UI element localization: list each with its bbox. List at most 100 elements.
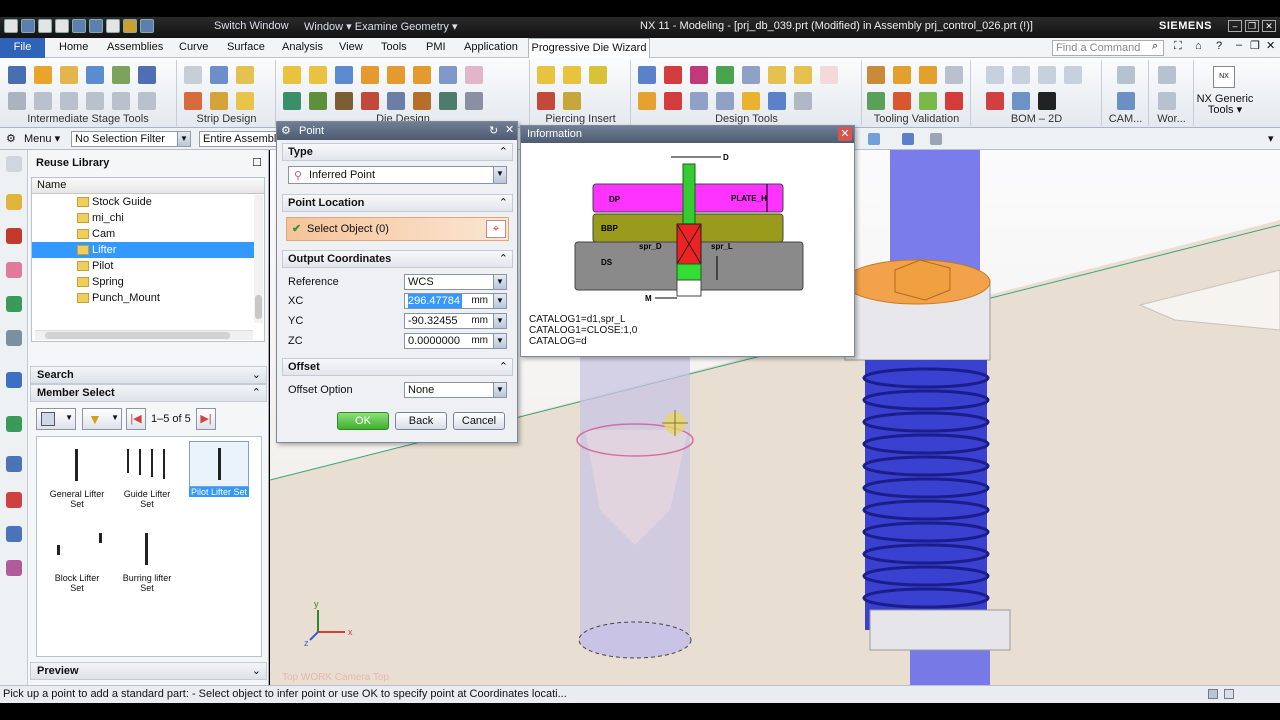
offset-option-dropdown[interactable]: None ▼: [404, 382, 507, 398]
minimize-icon[interactable]: –: [1228, 20, 1242, 32]
bom-icon[interactable]: [986, 66, 1004, 84]
tool-e-icon[interactable]: [112, 92, 130, 110]
design-b-icon[interactable]: [664, 66, 682, 84]
scroll-thumb[interactable]: [45, 332, 230, 339]
tab-progressive-die-wizard[interactable]: Progressive Die Wizard: [528, 38, 650, 58]
tool-d-icon[interactable]: [86, 92, 104, 110]
part-general-lifter-set[interactable]: General Lifter Set: [47, 443, 107, 521]
filter-button[interactable]: ▼ ▼: [82, 408, 122, 430]
validation-d-icon[interactable]: [945, 66, 963, 84]
part-guide-lifter-set[interactable]: Guide Lifter Set: [117, 443, 177, 521]
pocket-icon[interactable]: [309, 92, 327, 110]
status-view-icon[interactable]: [1208, 689, 1218, 699]
paste-icon[interactable]: [106, 19, 120, 33]
cam-b-icon[interactable]: [1117, 92, 1135, 110]
die-base-icon[interactable]: [283, 66, 301, 84]
tree-item-lifter[interactable]: Lifter: [32, 242, 254, 258]
strip-layout-icon[interactable]: [184, 66, 202, 84]
preview-section-header[interactable]: Preview ⌄: [30, 662, 267, 680]
part-pilot-lifter-set[interactable]: Pilot Lifter Set: [189, 441, 249, 519]
punch-icon[interactable]: [335, 66, 353, 84]
design-h-icon[interactable]: [820, 66, 838, 84]
design-c-icon[interactable]: [690, 66, 708, 84]
tool-a-icon[interactable]: [8, 92, 26, 110]
punch-insert-icon[interactable]: [537, 92, 555, 110]
ribbon-close-icon[interactable]: ✕: [1266, 39, 1275, 52]
point-dialog-crosshair-icon[interactable]: ⌖: [486, 220, 506, 238]
hole-table-icon[interactable]: [1064, 66, 1082, 84]
point-dialog-title-bar[interactable]: Point: [277, 122, 517, 140]
view-icon[interactable]: [1012, 92, 1030, 110]
hd3d-icon[interactable]: [6, 330, 22, 346]
chevron-down-icon[interactable]: ▼: [177, 132, 190, 146]
standard-part-icon[interactable]: [439, 66, 457, 84]
point-type-dropdown[interactable]: ⚲ Inferred Point ▼: [288, 166, 507, 184]
chevron-down-icon[interactable]: ▼: [493, 314, 506, 328]
ok-button[interactable]: OK: [337, 412, 389, 430]
roles-icon[interactable]: [6, 560, 22, 576]
menu-search-icon[interactable]: ⚙: [6, 132, 16, 145]
settings-icon[interactable]: [6, 156, 22, 172]
design-l-icon[interactable]: [716, 92, 734, 110]
design-m-icon[interactable]: [742, 92, 760, 110]
menu-button[interactable]: Menu ▾: [24, 132, 60, 145]
home-icon[interactable]: ⌂: [1195, 40, 1202, 52]
part-block-lifter-set[interactable]: Block Lifter Set: [47, 527, 107, 605]
dialog-gear-icon[interactable]: ⚙: [281, 124, 291, 137]
work-a-icon[interactable]: [1158, 66, 1176, 84]
part-burring-lifter-set[interactable]: Burring lifter Set: [117, 527, 177, 605]
nx-generic-tools-button[interactable]: NX Generic Tools ▾: [1196, 94, 1254, 116]
interference-icon[interactable]: [893, 92, 911, 110]
tree-horizontal-scrollbar[interactable]: [35, 330, 253, 340]
design-a-icon[interactable]: [638, 66, 656, 84]
scrap-icon[interactable]: [184, 92, 202, 110]
tree-item-mi-chi[interactable]: mi_chi: [32, 210, 254, 226]
render-style-icon[interactable]: [902, 133, 914, 145]
chevron-down-icon[interactable]: ▼: [493, 167, 506, 183]
component-icon[interactable]: [413, 66, 431, 84]
chevron-down-icon[interactable]: ▼: [493, 334, 506, 348]
reset-icon[interactable]: ↻: [489, 124, 498, 137]
nx-generic-tools-icon[interactable]: NX: [1213, 66, 1235, 88]
work-b-icon[interactable]: [1158, 92, 1176, 110]
piercing-icon[interactable]: [537, 66, 555, 84]
cross-section-icon[interactable]: [986, 92, 1004, 110]
design-n-icon[interactable]: [768, 92, 786, 110]
tab-analysis[interactable]: Analysis: [282, 41, 323, 53]
maximize-panel-icon[interactable]: ☐: [252, 155, 262, 172]
information-close-icon[interactable]: ✕: [838, 127, 852, 141]
strip-edit-icon[interactable]: [236, 92, 254, 110]
select-object-row[interactable]: ✔ Select Object (0) ⌖: [286, 217, 509, 241]
validation-a-icon[interactable]: [867, 66, 885, 84]
nesting-icon[interactable]: [210, 66, 228, 84]
unform-icon[interactable]: [34, 66, 52, 84]
restore-icon[interactable]: ❐: [1245, 20, 1259, 32]
tab-pmi[interactable]: PMI: [426, 41, 446, 53]
point-location-section-header[interactable]: Point Location ⌃: [282, 194, 513, 212]
part-navigator-icon[interactable]: [6, 262, 22, 278]
cut-icon[interactable]: [72, 19, 86, 33]
pilot-icon[interactable]: [210, 92, 228, 110]
undo-icon[interactable]: [38, 19, 52, 33]
surface-icon[interactable]: [86, 66, 104, 84]
view-orient-icon[interactable]: [868, 133, 880, 145]
view-type-button[interactable]: ▼: [36, 408, 76, 430]
selection-filter-dropdown[interactable]: No Selection Filter ▼: [71, 131, 191, 147]
validation-b-icon[interactable]: [893, 66, 911, 84]
member-select-section-header[interactable]: Member Select ⌃: [30, 384, 267, 402]
tree-vertical-scrollbar[interactable]: [254, 195, 263, 323]
information-title-bar[interactable]: Information: [521, 126, 854, 143]
tree-item-punch-mount[interactable]: Punch_Mount: [32, 290, 254, 306]
plate-icon[interactable]: [283, 92, 301, 110]
offset-section-header[interactable]: Offset ⌃: [282, 358, 513, 376]
tree-item-spring[interactable]: Spring: [32, 274, 254, 290]
sheet-icon[interactable]: [1038, 66, 1056, 84]
manufacturing-wizards-icon[interactable]: [6, 526, 22, 542]
design-j-icon[interactable]: [664, 92, 682, 110]
dialog-close-icon[interactable]: ✕: [505, 123, 514, 136]
reuse-library-icon[interactable]: [6, 296, 22, 312]
button-die-icon[interactable]: [563, 92, 581, 110]
cavity-icon[interactable]: [361, 92, 379, 110]
flange-icon[interactable]: [60, 66, 78, 84]
chevron-up-icon[interactable]: ⌃: [252, 385, 261, 402]
